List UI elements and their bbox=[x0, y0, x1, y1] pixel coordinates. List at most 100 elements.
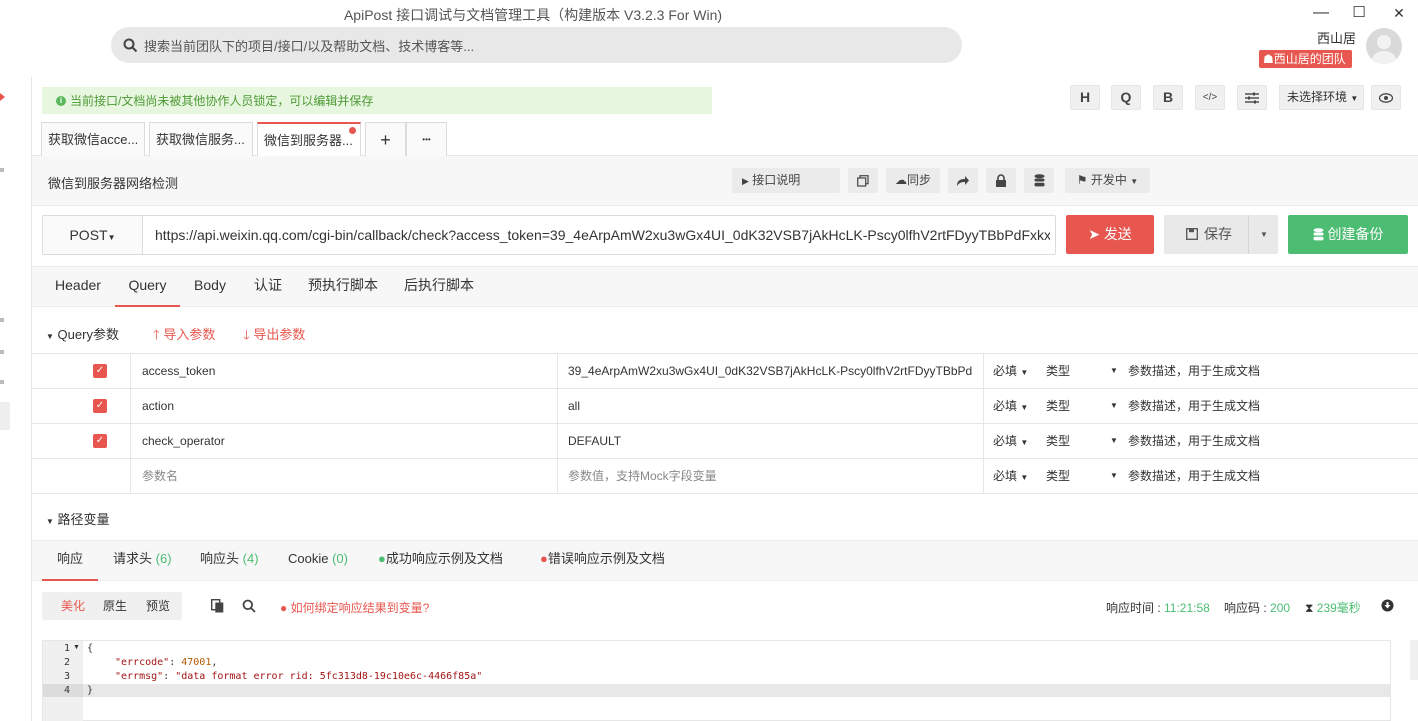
bold-button[interactable]: B bbox=[1153, 85, 1183, 110]
param-desc-input[interactable]: 参数描述，用于生成文档 bbox=[1128, 459, 1418, 494]
avatar[interactable] bbox=[1366, 28, 1402, 64]
save-button[interactable]: 保存 ▼ bbox=[1164, 215, 1278, 254]
heading-button[interactable]: H bbox=[1070, 85, 1100, 110]
query-section-toggle[interactable]: ▼ Query参数 bbox=[46, 324, 119, 343]
tab-pre-script[interactable]: 预执行脚本 bbox=[302, 266, 384, 307]
status-select[interactable]: ⚑ 开发中 ▼ bbox=[1065, 168, 1150, 193]
team-badge[interactable]: ☗西山居的团队 bbox=[1259, 50, 1352, 68]
help-icon: ● bbox=[280, 601, 288, 615]
param-required-select[interactable]: 必填 ▼ bbox=[993, 389, 1041, 424]
param-enabled-checkbox[interactable]: ✓ bbox=[93, 434, 107, 448]
code-button[interactable]: </> bbox=[1195, 85, 1225, 110]
copy-response-button[interactable] bbox=[210, 598, 224, 616]
lock-button[interactable] bbox=[986, 168, 1016, 193]
param-enabled-checkbox[interactable]: ✓ bbox=[93, 399, 107, 413]
url-input[interactable]: https://api.weixin.qq.com/cgi-bin/callba… bbox=[155, 216, 1050, 254]
search-response-button[interactable] bbox=[242, 599, 256, 616]
param-type-select[interactable]: 类型 ▼ bbox=[1046, 424, 1126, 459]
tab-success-example[interactable]: ●成功响应示例及文档 bbox=[378, 540, 503, 581]
add-tab-button[interactable]: + bbox=[365, 122, 406, 156]
save-dropdown-icon[interactable]: ▼ bbox=[1260, 215, 1268, 254]
view-preview[interactable]: 预览 bbox=[146, 592, 170, 620]
param-value[interactable]: DEFAULT bbox=[568, 424, 978, 459]
tab-get-wechat-access[interactable]: 获取微信acce... bbox=[41, 122, 145, 156]
sync-button[interactable]: ☁同步 bbox=[886, 168, 940, 193]
bind-help-link[interactable]: ● 如何绑定响应结果到变量? bbox=[280, 599, 429, 616]
param-required-select[interactable]: 必填 ▼ bbox=[993, 459, 1041, 494]
param-key[interactable]: check_operator bbox=[142, 424, 552, 459]
code-line: { bbox=[87, 643, 94, 654]
tab-body[interactable]: Body bbox=[186, 266, 234, 307]
import-params-link[interactable]: 🡑 导入参数 bbox=[153, 324, 215, 348]
code-line: } bbox=[87, 685, 94, 696]
interface-name[interactable]: 微信到服务器网络检测 bbox=[48, 173, 178, 192]
maximize-button[interactable]: ☐ bbox=[1347, 4, 1371, 22]
caret-down-icon: ▼ bbox=[107, 233, 116, 242]
search-placeholder: 搜索当前团队下的项目/接口/以及帮助文档、技术博客等... bbox=[144, 38, 475, 54]
param-value[interactable]: 39_4eArpAmW2xu3wGx4UI_0dK32VSB7jAkHcLK-P… bbox=[568, 354, 978, 389]
param-key-input[interactable]: 参数名 bbox=[142, 459, 552, 494]
tab-request-headers[interactable]: 请求头 (6) bbox=[113, 540, 172, 581]
param-value-input[interactable]: 参数值，支持Mock字段变量 bbox=[568, 459, 978, 494]
send-button[interactable]: ➤ 发送 bbox=[1066, 215, 1154, 254]
method-select[interactable]: POST▼ bbox=[43, 216, 143, 254]
sidebar-marker bbox=[0, 318, 4, 322]
tab-query[interactable]: Query bbox=[115, 266, 180, 307]
param-required: 必填 bbox=[993, 364, 1018, 378]
tab-response[interactable]: 响应 bbox=[42, 540, 98, 581]
param-desc[interactable]: 参数描述，用于生成文档 bbox=[1128, 354, 1418, 389]
param-required-select[interactable]: 必填 ▼ bbox=[993, 424, 1041, 459]
send-label: 发送 bbox=[1103, 226, 1132, 242]
download-response-button[interactable] bbox=[1381, 599, 1394, 615]
tab-header[interactable]: Header bbox=[48, 266, 108, 307]
param-required: 必填 bbox=[993, 469, 1018, 483]
fold-icon[interactable]: ▼ bbox=[73, 644, 80, 651]
preview-eye-button[interactable] bbox=[1371, 85, 1401, 110]
path-section-toggle[interactable]: ▼ 路径变量 bbox=[46, 509, 110, 528]
tab-wechat-server-check[interactable]: 微信到服务器... bbox=[257, 122, 361, 156]
path-section-title: 路径变量 bbox=[57, 512, 110, 527]
param-type-select[interactable]: 类型 ▼ bbox=[1046, 354, 1126, 389]
param-enabled-checkbox[interactable]: ✓ bbox=[93, 364, 107, 378]
collapse-arrow-icon[interactable] bbox=[0, 93, 5, 101]
tab-get-wechat-server[interactable]: 获取微信服务... bbox=[149, 122, 253, 156]
tab-post-script[interactable]: 后执行脚本 bbox=[398, 266, 480, 307]
quote-button[interactable]: Q bbox=[1111, 85, 1141, 110]
tab-label: 错误响应示例及文档 bbox=[547, 551, 665, 566]
line-number: 2 bbox=[63, 657, 70, 668]
sidebar-handle[interactable] bbox=[0, 402, 10, 430]
param-type-select[interactable]: 类型 ▼ bbox=[1046, 389, 1126, 424]
param-desc[interactable]: 参数描述，用于生成文档 bbox=[1128, 424, 1418, 459]
copy-button[interactable] bbox=[848, 168, 878, 193]
scrollbar[interactable] bbox=[1410, 640, 1418, 680]
tab-cookie[interactable]: Cookie (0) bbox=[288, 540, 348, 581]
tab-error-example[interactable]: ●错误响应示例及文档 bbox=[540, 540, 665, 581]
divider bbox=[557, 354, 558, 389]
tab-auth[interactable]: 认证 bbox=[248, 266, 288, 307]
eye-icon bbox=[1378, 93, 1394, 103]
user-name[interactable]: 西山居 bbox=[1300, 28, 1356, 47]
database-button[interactable] bbox=[1024, 168, 1054, 193]
param-type-select[interactable]: 类型 ▼ bbox=[1046, 459, 1126, 494]
param-key[interactable]: action bbox=[142, 389, 552, 424]
tab-response-headers[interactable]: 响应头 (4) bbox=[200, 540, 259, 581]
param-key[interactable]: access_token bbox=[142, 354, 552, 389]
param-value[interactable]: all bbox=[568, 389, 978, 424]
param-desc[interactable]: 参数描述，用于生成文档 bbox=[1128, 389, 1418, 424]
environment-select[interactable]: 未选择环境 ▼ bbox=[1279, 85, 1364, 110]
view-pretty[interactable]: 美化 bbox=[61, 592, 85, 620]
doc-toggle-button[interactable]: ▶ 接口说明 bbox=[732, 168, 840, 193]
share-button[interactable] bbox=[948, 168, 978, 193]
create-backup-button[interactable]: 创建备份 bbox=[1288, 215, 1408, 254]
param-required: 必填 bbox=[993, 434, 1018, 448]
close-button[interactable]: ✕ bbox=[1387, 4, 1411, 22]
settings-sliders-button[interactable] bbox=[1237, 85, 1267, 110]
param-required-select[interactable]: 必填 ▼ bbox=[993, 354, 1041, 389]
view-raw[interactable]: 原生 bbox=[103, 592, 127, 620]
global-search[interactable]: 搜索当前团队下的项目/接口/以及帮助文档、技术博客等... bbox=[111, 27, 962, 63]
more-tabs-button[interactable]: ••• bbox=[406, 122, 447, 156]
caret-down-icon: ▼ bbox=[1110, 366, 1118, 375]
minimize-button[interactable]: — bbox=[1309, 4, 1333, 22]
export-params-link[interactable]: 🡓 导出参数 bbox=[243, 324, 305, 348]
response-time-label: 响应时间 : bbox=[1106, 601, 1161, 615]
